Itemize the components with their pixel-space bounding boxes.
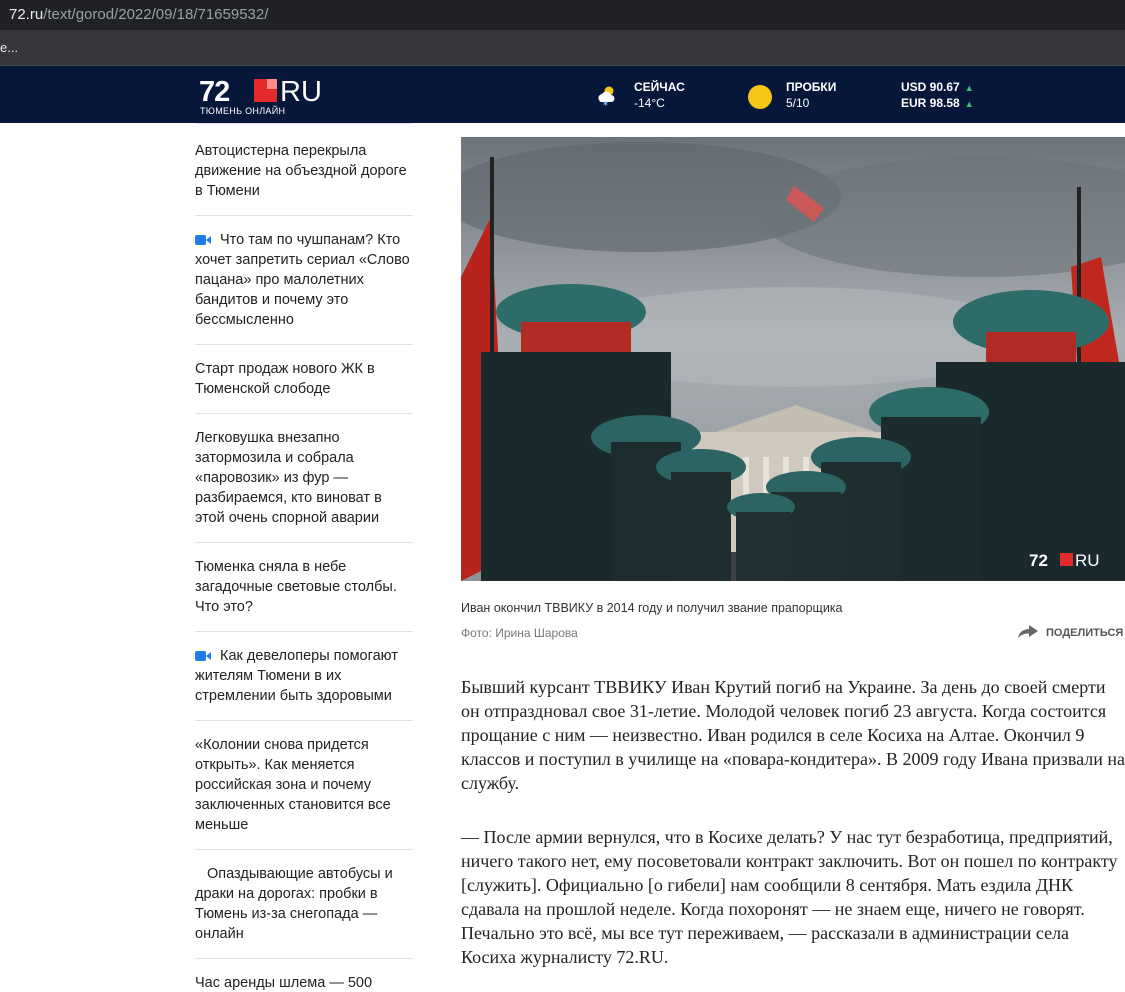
news-item[interactable]: Легковушка внезапно затормозила и собрал… [195, 414, 413, 543]
logo-number: 72 [199, 76, 230, 108]
share-arrow-icon [1018, 625, 1038, 638]
news-item-title: Автоцистерна перекрыла движение на объез… [195, 141, 413, 201]
logo-square-icon [254, 79, 277, 102]
article-paragraph: — После армии вернулся, что в Косихе дел… [461, 827, 1118, 967]
news-item-title: Час аренды шлема — 500 рублей. Что стало… [195, 973, 413, 992]
eur-rate: EUR 98.58 ▲ [901, 96, 974, 110]
moon-traffic-icon [748, 85, 772, 109]
url-host: 72.ru [9, 6, 44, 23]
bookmark-item[interactable]: e... [0, 40, 18, 55]
photo-caption: Иван окончил ТВВИКУ в 2014 году и получи… [461, 601, 843, 615]
usd-rate: USD 90.67 ▲ [901, 80, 974, 94]
news-item[interactable]: Старт продаж нового ЖК в Тюменской слобо… [195, 345, 413, 414]
news-item[interactable]: Тюменка сняла в небе загадочные световые… [195, 543, 413, 632]
eur-value: EUR 98.58 [901, 96, 960, 110]
logo-subtitle: ТЮМЕНЬ ОНЛАЙН [200, 106, 286, 116]
news-item[interactable]: Как девелоперы помогают жителям Тюмени в… [195, 632, 413, 721]
usd-up-arrow-icon: ▲ [964, 83, 974, 93]
address-bar[interactable]: 72.ru/text/gorod/2022/09/18/71659532/ [0, 0, 1125, 30]
news-item[interactable]: Опаздывающие автобусы и драки на дорогах… [195, 850, 413, 959]
share-button[interactable]: ПОДЕЛИТЬСЯ [1018, 625, 1123, 639]
watermark-square-icon [1060, 553, 1073, 566]
news-sidebar: Автоцистерна перекрыла движение на объез… [195, 123, 413, 992]
watermark-number: 72 [1029, 551, 1048, 570]
photo-watermark: 72 RU [1029, 551, 1109, 570]
news-item[interactable]: Час аренды шлема — 500 рублей. Что стало… [195, 959, 413, 992]
weather-temperature: -14°C [634, 96, 665, 110]
news-item-title: Опаздывающие автобусы и драки на дорогах… [195, 864, 413, 944]
weather-label: СЕЙЧАС [634, 80, 685, 94]
news-item-text: «Колонии снова придется открыть». Как ме… [195, 737, 391, 833]
traffic-label: ПРОБКИ [786, 80, 837, 94]
watermark-ru: RU [1075, 551, 1100, 570]
partly-cloudy-snow-icon: ✱ [598, 86, 615, 107]
news-item-text: Легковушка внезапно затормозила и собрал… [195, 430, 382, 526]
news-item-text: Что там по чушпанам? Кто хочет запретить… [195, 232, 410, 328]
logo-ru: RU [280, 76, 322, 108]
news-item[interactable]: Что там по чушпанам? Кто хочет запретить… [195, 216, 413, 345]
news-item-title: Как девелоперы помогают жителям Тюмени в… [195, 646, 413, 706]
parade-photo-image [461, 137, 1125, 581]
news-item[interactable]: Автоцистерна перекрыла движение на объез… [195, 127, 413, 216]
news-list: Автоцистерна перекрыла движение на объез… [195, 127, 413, 992]
video-camera-icon [195, 650, 211, 661]
news-item-text: Старт продаж нового ЖК в Тюменской слобо… [195, 361, 375, 397]
news-item-title: «Колонии снова придется открыть». Как ме… [195, 735, 413, 835]
bookmarks-bar: e... [0, 30, 1125, 66]
video-camera-icon [195, 234, 211, 245]
usd-value: USD 90.67 [901, 80, 960, 94]
site-header: 72 RU ТЮМЕНЬ ОНЛАЙН ✱ СЕЙЧАС -14°C ПРОБК… [0, 66, 1125, 123]
share-label: ПОДЕЛИТЬСЯ [1046, 627, 1124, 639]
news-item-text: Автоцистерна перекрыла движение на объез… [195, 143, 407, 199]
site-logo[interactable]: 72 RU ТЮМЕНЬ ОНЛАЙН [199, 76, 339, 116]
url-path: /text/gorod/2022/09/18/71659532/ [43, 6, 269, 23]
news-item-title: Что там по чушпанам? Кто хочет запретить… [195, 230, 413, 330]
news-item-title: Тюменка сняла в небе загадочные световые… [195, 557, 413, 617]
news-item-text: Тюменка сняла в небе загадочные световые… [195, 559, 397, 615]
news-item-text: Опаздывающие автобусы и драки на дорогах… [195, 866, 393, 942]
news-item-title: Легковушка внезапно затормозила и собрал… [195, 428, 413, 528]
article-photo[interactable]: 72 RU [461, 137, 1125, 581]
traffic-score: 5/10 [786, 96, 810, 110]
news-item-text: Час аренды шлема — 500 рублей. Что стало… [195, 975, 373, 991]
article-paragraph: Бывший курсант ТВВИКУ Иван Крутий погиб … [461, 677, 1125, 793]
eur-up-arrow-icon: ▲ [964, 99, 974, 109]
news-item-text: Как девелоперы помогают жителям Тюмени в… [195, 648, 398, 704]
news-item[interactable]: «Колонии снова придется открыть». Как ме… [195, 721, 413, 850]
svg-text:✱: ✱ [603, 101, 608, 107]
photo-credit: Фото: Ирина Шарова [461, 626, 578, 640]
news-item-title: Старт продаж нового ЖК в Тюменской слобо… [195, 359, 413, 399]
